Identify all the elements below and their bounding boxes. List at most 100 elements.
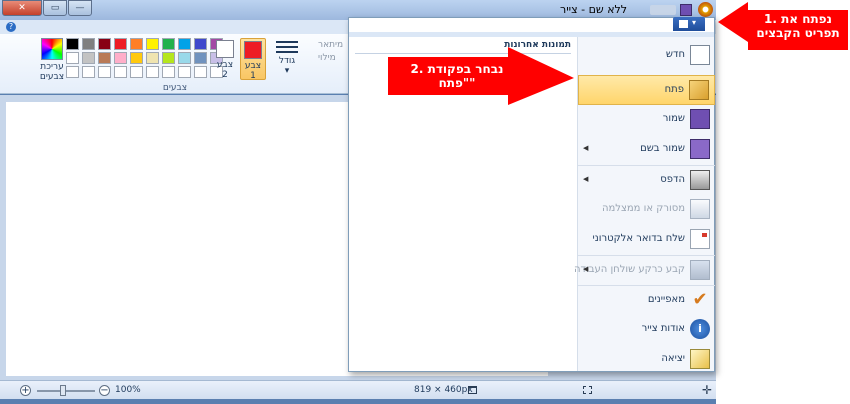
size-line-icon [276,51,298,53]
menu-item-email[interactable]: שלח בדואר אלקטרוני [578,225,715,255]
zoom-in-button[interactable]: + [20,385,31,396]
size-line-icon [276,46,298,48]
palette-swatch[interactable] [98,52,111,64]
palette-swatch[interactable] [98,38,111,50]
palette-swatch[interactable] [114,52,127,64]
color2-label: צבע 2 [216,60,234,80]
zoom-slider-thumb[interactable] [60,385,66,396]
help-icon[interactable]: ? [6,22,16,32]
palette-swatch[interactable] [178,66,191,78]
colors-group-label: צבעים [162,83,188,93]
quick-save-icon[interactable] [680,4,692,16]
save-icon [690,109,710,129]
palette-swatch[interactable] [162,38,175,50]
menu-item-properties[interactable]: ✔ מאפיינים [578,285,715,315]
menu-item-new[interactable]: חדש [578,41,715,71]
paint-app-icon[interactable] [698,2,713,17]
palette-swatch[interactable] [178,52,191,64]
chevron-down-icon: ▾ [692,18,697,27]
close-button[interactable]: ✕ [2,0,42,16]
properties-icon: ✔ [692,289,708,310]
fill-button[interactable]: מילוי [318,52,343,65]
palette-swatch[interactable] [98,66,111,78]
menu-item-label: פתח [664,84,684,95]
callout-step2-text: 2. נבחר בפקודת "פתח" [410,62,504,90]
chevron-down-icon: ▾ [284,66,290,76]
color1-button[interactable]: צבע 1 [240,38,266,81]
callout-step1-text: 1. נפתח את תפריט הקבצים [756,12,840,40]
menu-item-label: חדש [665,49,685,60]
email-icon [690,229,710,249]
scanner-icon [690,199,710,219]
palette-swatch[interactable] [114,66,127,78]
outline-fill-group: מיתאר מילוי [318,39,343,65]
palette-swatch[interactable] [130,52,143,64]
palette-swatch[interactable] [130,38,143,50]
edit-colors-label: עריכת צבעים [39,62,65,82]
palette-swatch[interactable] [146,52,159,64]
size-line-icon [276,41,298,43]
zoom-level: 100% [115,385,141,395]
quick-access-undo-redo[interactable] [650,5,676,15]
zoom-out-button[interactable]: − [99,385,110,396]
palette-swatch[interactable] [162,66,175,78]
menu-item-label: יציאה [661,353,685,364]
menu-item-label: קבע כרקע שולחן העבודה [573,264,685,275]
minimize-button[interactable]: — [68,0,92,16]
palette-swatch[interactable] [82,52,95,64]
color1-label: צבע 1 [244,61,262,81]
palette-swatch[interactable] [194,38,207,50]
submenu-arrow-icon: ◀ [583,175,589,183]
palette-swatch[interactable] [66,66,79,78]
menu-item-label: שמור [662,113,685,124]
image-dimensions: 819 × 460px [414,385,473,395]
status-bar: + − 100% 819 × 460px ✛ [0,380,716,399]
outline-button[interactable]: מיתאר [318,39,343,52]
edit-colors-button[interactable]: עריכת צבעים [38,38,66,82]
menu-item-exit[interactable]: יציאה [578,345,715,375]
palette-swatch[interactable] [82,38,95,50]
menu-item-label: הדפס [660,174,685,185]
color2-button[interactable]: צבע 2 [214,38,236,80]
palette-swatch[interactable] [66,38,79,50]
color-palette [66,38,224,78]
file-menu-button[interactable]: ▾ [673,17,705,31]
file-menu-commands: חדש פתח שמור שמור בשם ◀ הדפס ◀ מסורק או ממצלמה ש… [573,37,715,371]
palette-swatch[interactable] [146,66,159,78]
window-title: ללא שם - צייר [560,3,628,16]
zoom-slider-track[interactable] [37,390,95,392]
palette-swatch[interactable] [194,52,207,64]
palette-swatch[interactable] [66,52,79,64]
menu-item-open[interactable]: פתח [578,75,715,105]
new-icon [690,45,710,65]
print-icon [690,170,710,190]
palette-swatch[interactable] [114,38,127,50]
file-menu-icon [679,20,688,28]
about-icon: i [690,319,710,339]
submenu-arrow-icon: ◀ [583,144,589,152]
menu-item-label: מאפיינים [647,294,685,305]
menu-item-save[interactable]: שמור [578,105,715,135]
palette-swatch[interactable] [146,38,159,50]
submenu-arrow-icon: ◀ [583,265,589,273]
color1-swatch [244,41,262,59]
size-button[interactable]: גודל ▾ [272,38,302,76]
menu-item-scanner: מסורק או ממצלמה [578,195,715,225]
menu-item-save-as[interactable]: שמור בשם ◀ [578,135,715,165]
palette-swatch[interactable] [178,38,191,50]
open-icon [689,80,709,100]
menu-item-label: מסורק או ממצלמה [601,203,685,214]
menu-item-label: אודות צייר [641,323,685,334]
palette-swatch[interactable] [162,52,175,64]
cursor-position-icon: ✛ [702,383,713,397]
menu-item-print[interactable]: הדפס ◀ [578,165,715,195]
maximize-button[interactable]: ▭ [43,0,67,16]
palette-swatch[interactable] [82,66,95,78]
selection-size-icon [583,386,592,394]
menu-item-label: שלח בדואר אלקטרוני [592,233,685,244]
exit-icon [690,349,710,369]
palette-swatch[interactable] [130,66,143,78]
color-spectrum-icon [41,38,63,60]
palette-swatch[interactable] [194,66,207,78]
menu-item-about[interactable]: i אודות צייר [578,315,715,345]
